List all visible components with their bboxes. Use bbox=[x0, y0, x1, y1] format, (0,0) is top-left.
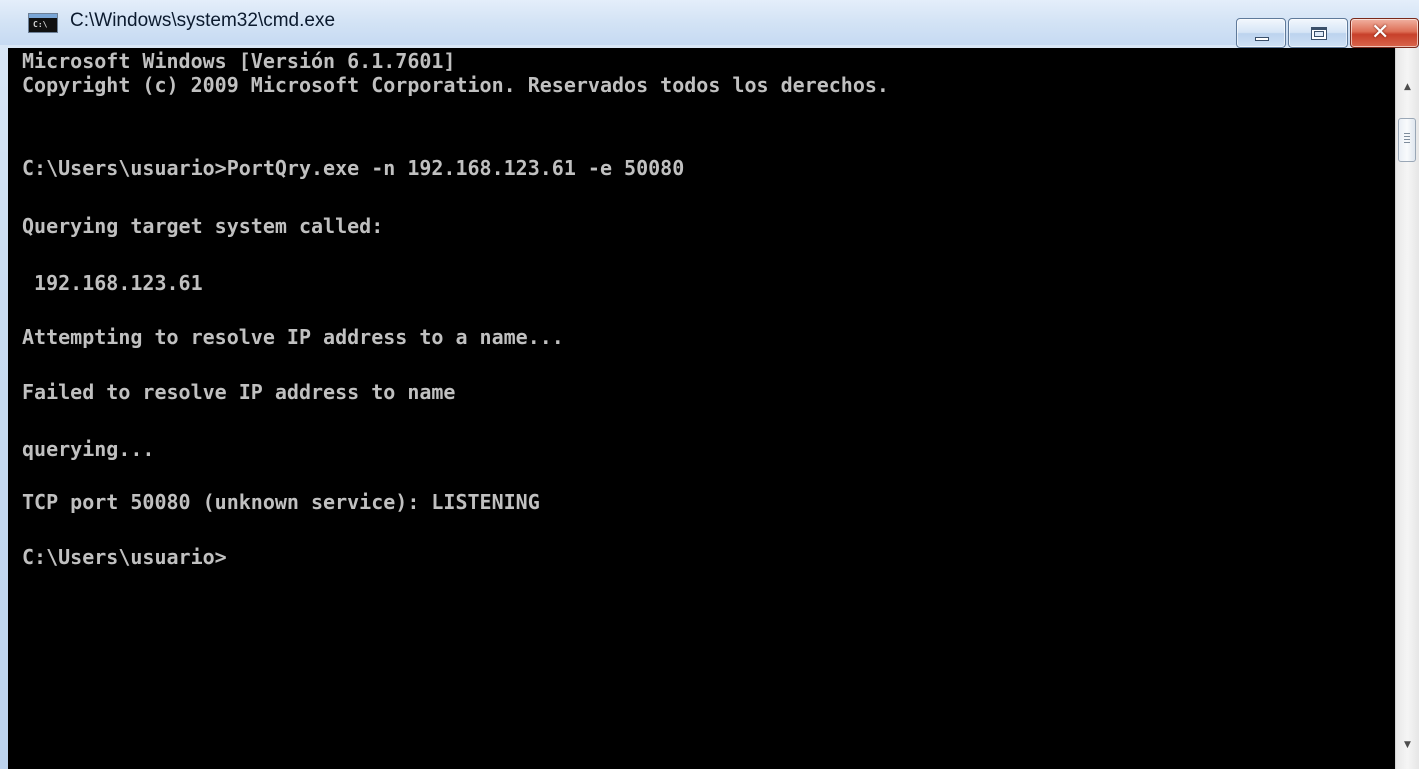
console-line: TCP port 50080 (unknown service): LISTEN… bbox=[22, 490, 540, 514]
console-line: Microsoft Windows [Versión 6.1.7601] bbox=[22, 49, 456, 73]
console-line: Attempting to resolve IP address to a na… bbox=[22, 325, 564, 349]
console-line: querying... bbox=[22, 437, 155, 461]
maximize-icon bbox=[1311, 27, 1327, 40]
console-line: Copyright (c) 2009 Microsoft Corporation… bbox=[22, 73, 889, 97]
console-line: Querying target system called: bbox=[22, 214, 384, 238]
maximize-button[interactable] bbox=[1288, 18, 1348, 48]
window-title: C:\Windows\system32\cmd.exe bbox=[70, 10, 336, 31]
icon-strip bbox=[29, 14, 57, 18]
close-icon: ✕ bbox=[1371, 20, 1390, 45]
console-line: Failed to resolve IP address to name bbox=[22, 380, 456, 404]
cmd-prompt-icon[interactable]: C:\ bbox=[28, 13, 58, 33]
grip-icon bbox=[1404, 133, 1410, 145]
cmd-window: C:\ C:\Windows\system32\cmd.exe ✕ Micros… bbox=[0, 0, 1419, 769]
console-output[interactable]: Microsoft Windows [Versión 6.1.7601] Cop… bbox=[8, 48, 1395, 769]
scroll-up-icon[interactable]: ▲ bbox=[1396, 76, 1419, 98]
console-line: 192.168.123.61 bbox=[22, 271, 203, 295]
vertical-scrollbar[interactable]: ▲ ▼ bbox=[1395, 48, 1419, 769]
console-line: C:\Users\usuario>PortQry.exe -n 192.168.… bbox=[22, 156, 685, 180]
close-button[interactable]: ✕ bbox=[1350, 18, 1419, 48]
minimize-button[interactable] bbox=[1236, 18, 1286, 48]
scroll-thumb[interactable] bbox=[1398, 118, 1416, 162]
minimize-icon bbox=[1255, 37, 1269, 41]
title-bar[interactable]: C:\ C:\Windows\system32\cmd.exe ✕ bbox=[0, 0, 1419, 48]
scroll-down-icon[interactable]: ▼ bbox=[1396, 734, 1419, 756]
icon-glyph: C:\ bbox=[33, 20, 48, 29]
command-prompt[interactable]: C:\Users\usuario> bbox=[22, 545, 227, 569]
